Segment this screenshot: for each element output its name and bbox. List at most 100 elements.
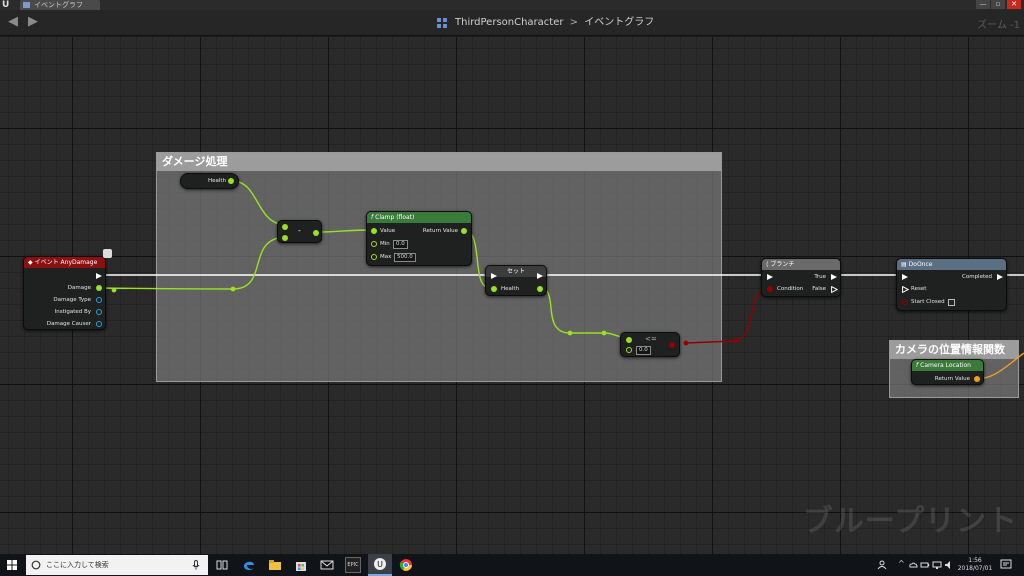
value-pin[interactable]: [371, 228, 377, 234]
clamp-float-node[interactable]: f Clamp (float) Value Return Value Min 0.…: [366, 211, 472, 266]
power-icon[interactable]: [920, 560, 930, 570]
epic-launcher-icon[interactable]: EPIC: [345, 557, 361, 573]
microphone-icon[interactable]: [192, 560, 200, 570]
node-title: ブランチ: [770, 261, 795, 268]
min-pin[interactable]: [371, 241, 377, 247]
pin-label-health: Health: [208, 178, 227, 184]
set-health-wire: [539, 287, 627, 338]
damage-type-pin[interactable]: [96, 297, 102, 303]
pin-label-health: Health: [501, 286, 520, 292]
node-header: ⟨ ブランチ: [762, 259, 840, 270]
compare-b-pin[interactable]: [626, 347, 632, 353]
tab-event-graph[interactable]: イベントグラフ: [20, 0, 100, 10]
breadcrumb: ThirdPersonCharacter > イベントグラフ: [455, 15, 654, 31]
pin-label-damage-type: Damage Type: [53, 297, 91, 303]
back-arrow-icon[interactable]: ◀: [6, 15, 20, 29]
pin-label-false: False: [812, 286, 826, 292]
breadcrumb-current: イベントグラフ: [584, 17, 655, 28]
less-equal-node[interactable]: 0.0 <=: [620, 332, 680, 357]
subtract-a-pin[interactable]: [282, 224, 288, 230]
pin-label-condition: Condition: [777, 286, 804, 292]
exec-in-pin[interactable]: [767, 274, 773, 280]
return-value-pin[interactable]: [461, 228, 467, 234]
search-icon: [31, 560, 41, 570]
edge-browser-icon[interactable]: [241, 557, 257, 573]
pin-label-damage-causer: Damage Causer: [46, 321, 91, 327]
event-diamond-icon: ◆: [28, 259, 33, 266]
forward-arrow-icon[interactable]: ▶: [26, 15, 40, 29]
compare-out-pin[interactable]: [669, 342, 675, 348]
subtract-operator: -: [298, 226, 301, 235]
pin-label-min: Min: [380, 241, 390, 247]
chrome-icon[interactable]: [398, 557, 414, 573]
reroute-dot: [683, 340, 689, 346]
clock-date: 2018/07/01: [957, 565, 993, 572]
max-pin[interactable]: [371, 254, 377, 260]
maximize-button[interactable]: ▫: [991, 0, 1005, 9]
subtract-float-wire: [317, 229, 373, 233]
onedrive-icon[interactable]: [908, 560, 918, 570]
graph-canvas[interactable]: ダメージ処理 カメラの位置情報関数 ◆ イベント AnyDamage Damag…: [0, 37, 1024, 554]
windows-taskbar: ここに入力して検索 EPIC U ^ 1:56 2018/07/01: [0, 554, 1024, 576]
file-explorer-icon[interactable]: [267, 557, 283, 573]
true-exec-pin[interactable]: [831, 274, 837, 280]
do-once-node[interactable]: ▤ DoOnce Completed Reset Start Closed: [896, 258, 1007, 311]
instigated-by-pin[interactable]: [96, 309, 102, 315]
volume-icon[interactable]: [944, 560, 954, 570]
condition-pin[interactable]: [767, 286, 773, 292]
compare-value-field[interactable]: 0.0: [636, 346, 651, 355]
mail-icon[interactable]: [319, 557, 335, 573]
pin-label-instigated-by: Instigated By: [54, 309, 91, 315]
subtract-b-pin[interactable]: [282, 235, 288, 241]
unreal-editor-window: U イベントグラフ — ▫ ✕ ◀ ▶ ThirdPersonCharacter…: [0, 0, 1024, 576]
get-health-node[interactable]: Health: [180, 173, 239, 189]
start-closed-checkbox[interactable]: [948, 299, 955, 306]
taskbar-unreal-active[interactable]: U: [368, 554, 392, 576]
network-icon[interactable]: [932, 560, 942, 570]
store-icon[interactable]: [293, 557, 309, 573]
compare-a-pin[interactable]: [626, 337, 632, 343]
breadcrumb-root[interactable]: ThirdPersonCharacter: [455, 17, 563, 28]
camera-location-node[interactable]: f Camera Location Return Value: [911, 359, 984, 385]
set-health-node[interactable]: セット Health: [485, 265, 547, 296]
compare-operator: <=: [645, 335, 657, 343]
taskbar-clock[interactable]: 1:56 2018/07/01: [956, 557, 994, 573]
max-value-field[interactable]: 500.0: [394, 253, 416, 262]
reroute-dot: [567, 330, 573, 336]
branch-node[interactable]: ⟨ ブランチ True Condition False: [761, 258, 841, 297]
notification-center-icon[interactable]: [1000, 559, 1012, 571]
exec-in-pin[interactable]: [902, 274, 908, 280]
close-button[interactable]: ✕: [1007, 0, 1021, 9]
show-hidden-icons[interactable]: ^: [898, 559, 905, 568]
minimize-button[interactable]: —: [976, 0, 990, 9]
pin-label-start-closed: Start Closed: [911, 299, 945, 305]
start-windows-icon[interactable]: [0, 554, 24, 576]
subtract-node[interactable]: -: [277, 220, 322, 243]
function-icon: f: [916, 362, 919, 369]
set-health-in-pin[interactable]: [491, 286, 497, 292]
min-value-field[interactable]: 0.0: [393, 240, 408, 249]
people-icon[interactable]: [877, 560, 887, 570]
pin-label-completed: Completed: [962, 274, 992, 280]
set-health-out-pin[interactable]: [537, 286, 543, 292]
event-any-damage-node[interactable]: ◆ イベント AnyDamage Damage Damage Type Insti…: [23, 249, 112, 330]
damage-causer-pin[interactable]: [96, 321, 102, 327]
damage-pin[interactable]: [96, 285, 102, 291]
breadcrumb-separator: >: [569, 17, 579, 28]
exec-in-pin[interactable]: [491, 273, 497, 279]
task-view-icon[interactable]: [214, 557, 230, 573]
svg-text:U: U: [377, 560, 383, 569]
health-out-pin[interactable]: [228, 178, 234, 184]
unreal-engine-icon: U: [374, 558, 386, 570]
taskbar-search-box[interactable]: ここに入力して検索: [26, 555, 208, 575]
pin-label-reset: Reset: [911, 286, 927, 292]
vector-out-pin[interactable]: [974, 376, 980, 382]
subtract-out-pin[interactable]: [313, 230, 319, 236]
title-bar: U イベントグラフ — ▫ ✕: [0, 0, 1024, 10]
reset-exec-pin[interactable]: [902, 286, 909, 293]
node-title: DoOnce: [908, 261, 933, 268]
exec-out-pin[interactable]: [537, 273, 543, 279]
completed-exec-pin[interactable]: [997, 274, 1003, 280]
start-closed-pin[interactable]: [902, 299, 908, 305]
exec-out-pin[interactable]: [96, 273, 102, 279]
